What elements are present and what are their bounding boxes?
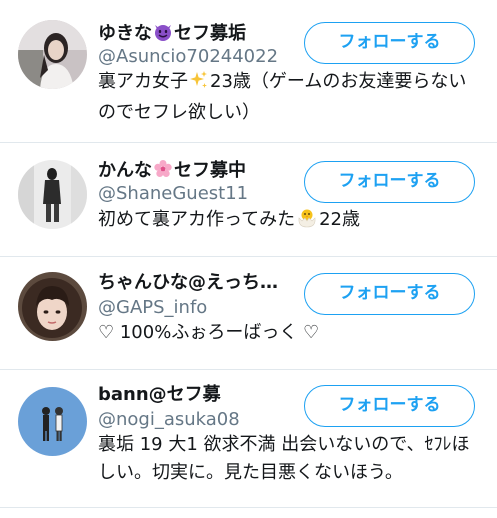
follow-button[interactable]: フォローする bbox=[304, 273, 475, 315]
user-handle: @nogi_asuka08 bbox=[98, 409, 240, 430]
user-handle: @GAPS_info bbox=[98, 297, 208, 318]
user-handle: @Asuncio70244022 bbox=[98, 46, 279, 67]
bio-text: 22歳 bbox=[319, 209, 361, 230]
follow-button[interactable]: フォローする bbox=[304, 385, 475, 427]
user-bio: 初めて裏アカ作ってみた 22歳 bbox=[98, 206, 478, 237]
follow-button[interactable]: フォローする bbox=[304, 22, 475, 64]
user-bio: 裏垢 19 大1 欲求不満 出会いないので、ｾﾌﾚほしい。切実に。見た目悪くない… bbox=[98, 434, 470, 483]
smiling-devil-icon bbox=[153, 22, 173, 48]
bio-text: 裏アカ女子 bbox=[98, 71, 188, 92]
cherry-blossom-icon bbox=[153, 159, 173, 185]
avatar[interactable] bbox=[18, 387, 87, 456]
sparkles-icon bbox=[189, 70, 209, 99]
display-name[interactable]: かんな セフ募中 bbox=[98, 159, 246, 185]
hatching-chick-icon bbox=[296, 208, 318, 237]
user-bio: 裏アカ女子 23歳（ゲームのお友達要らないのでセフレ欲しい） bbox=[98, 68, 478, 127]
user-bio: ♡ 100%ふぉろーばっく ♡ bbox=[98, 322, 320, 343]
user-row[interactable]: ちゃんひな@えっち… @GAPS_info ♡ 100%ふぉろーばっく ♡ フォ… bbox=[0, 257, 497, 370]
follow-button[interactable]: フォローする bbox=[304, 161, 475, 203]
user-row[interactable]: かんな セフ募中 @ShaneGuest11 初めて裏アカ作ってみた 22歳 フォロ… bbox=[0, 143, 497, 257]
avatar[interactable] bbox=[18, 272, 87, 341]
user-row[interactable]: ゆきな セフ募垢 @Asuncio70244022 裏アカ女子 23歳（ゲームのお友… bbox=[0, 0, 497, 143]
name-text: セフ募中 bbox=[174, 160, 246, 181]
user-row[interactable]: bann@セフ募 @nogi_asuka08 裏垢 19 大1 欲求不満 出会い… bbox=[0, 370, 497, 508]
display-name[interactable]: bann@セフ募 bbox=[98, 384, 221, 406]
name-text: かんな bbox=[98, 160, 152, 181]
display-name[interactable]: ゆきな セフ募垢 bbox=[98, 22, 246, 48]
display-name[interactable]: ちゃんひな@えっち… bbox=[98, 272, 278, 294]
name-text: セフ募垢 bbox=[174, 23, 246, 44]
user-handle: @ShaneGuest11 bbox=[98, 183, 249, 204]
avatar[interactable] bbox=[18, 160, 87, 229]
name-text: ゆきな bbox=[98, 23, 152, 44]
bio-text: 初めて裏アカ作ってみた bbox=[98, 209, 296, 230]
avatar[interactable] bbox=[18, 20, 87, 89]
